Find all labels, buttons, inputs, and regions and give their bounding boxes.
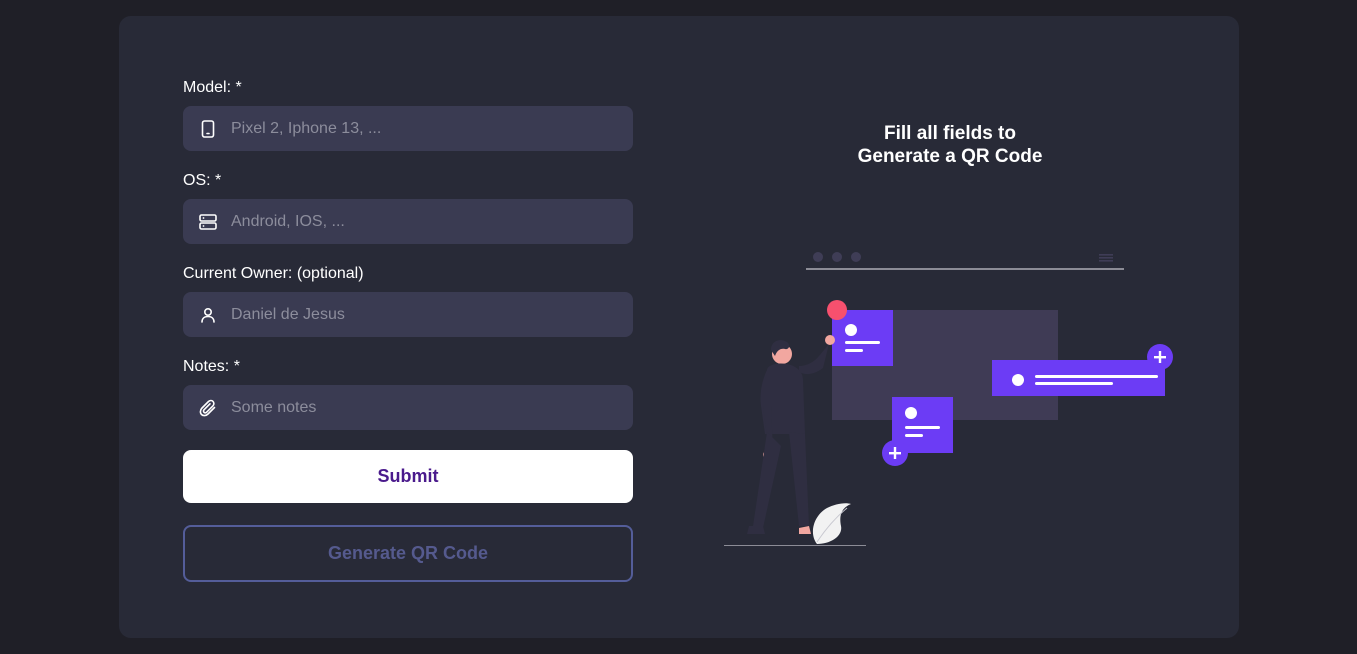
- qr-panel-title: Fill all fields to Generate a QR Code: [800, 122, 1100, 168]
- form-card: Model: * OS: * Current Owner: (optional)…: [119, 16, 1239, 638]
- user-icon: [199, 306, 217, 324]
- submit-button[interactable]: Submit: [183, 450, 633, 503]
- generate-qr-button[interactable]: Generate QR Code: [183, 525, 633, 582]
- model-input[interactable]: [231, 119, 611, 138]
- server-icon: [199, 213, 217, 231]
- qr-panel-title-line2: Generate a QR Code: [857, 146, 1043, 167]
- os-label: OS: *: [183, 172, 222, 189]
- os-field[interactable]: [183, 199, 633, 244]
- owner-label: Current Owner: (optional): [183, 265, 364, 282]
- add-content-illustration: [724, 252, 1173, 546]
- qr-panel-title-line1: Fill all fields to: [884, 123, 1016, 144]
- notes-label: Notes: *: [183, 358, 240, 375]
- model-field[interactable]: [183, 106, 633, 151]
- model-label: Model: *: [183, 79, 242, 96]
- phone-icon: [199, 119, 217, 138]
- notes-field[interactable]: [183, 385, 633, 430]
- notes-input[interactable]: [231, 398, 611, 417]
- paperclip-icon: [199, 399, 217, 417]
- os-input[interactable]: [231, 212, 611, 231]
- owner-field[interactable]: [183, 292, 633, 337]
- owner-input[interactable]: [231, 305, 611, 324]
- device-form: Model: * OS: * Current Owner: (optional)…: [183, 78, 633, 582]
